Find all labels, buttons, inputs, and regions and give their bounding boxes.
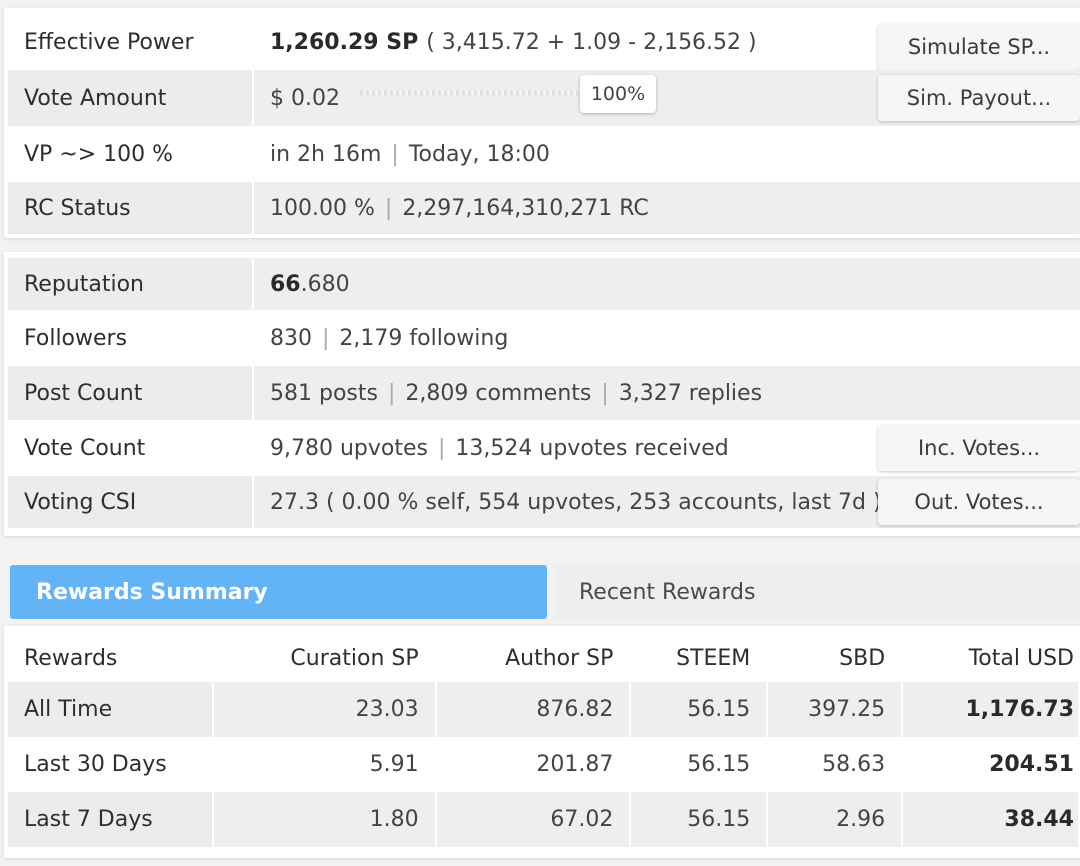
- separator: |: [384, 195, 393, 221]
- reputation-label: Reputation: [8, 258, 252, 310]
- post-count-value-cell: 581 posts | 2,809 comments | 3,327 repli…: [252, 366, 1080, 420]
- vp-label: VP ~> 100 %: [24, 141, 174, 167]
- sbd-cell: 58.63: [767, 737, 904, 792]
- separator: |: [601, 380, 609, 406]
- following-count: 2,179 following: [339, 325, 509, 351]
- replies-count: 3,327 replies: [618, 380, 763, 406]
- table-row: Last 7 Days 1.80 67.02 56.15 2.96 38.44: [8, 792, 1080, 847]
- row-label: All Time: [8, 682, 214, 737]
- total-usd-cell: 1,176.73: [902, 682, 1080, 737]
- column-header: Rewards: [8, 634, 214, 682]
- post-count-row: Post Count 581 posts | 2,809 comments | …: [8, 366, 1080, 420]
- separator: |: [322, 325, 330, 351]
- vote-amount-label: Vote Amount: [8, 70, 252, 126]
- rc-status-value-cell: 100.00 % | 2,297,164,310,271 RC: [252, 182, 1080, 234]
- table-row: Last 30 Days 5.91 201.87 56.15 58.63 204…: [8, 737, 1080, 792]
- column-header: Total USD: [902, 634, 1080, 682]
- upvotes-received: 13,524 upvotes received: [455, 435, 729, 461]
- followers-value-cell: 830 | 2,179 following: [252, 310, 1080, 366]
- separator: |: [391, 141, 399, 167]
- effective-power-value: 1,260.29 SP: [270, 29, 419, 55]
- steem-cell: 56.15: [630, 737, 769, 792]
- out-votes-button[interactable]: Out. Votes...: [878, 479, 1080, 525]
- followers-row: Followers 830 | 2,179 following: [8, 310, 1080, 366]
- vp-when: Today, 18:00: [408, 141, 550, 167]
- total-usd-cell: 204.51: [902, 737, 1080, 792]
- vp-row: VP ~> 100 % in 2h 16m | Today, 18:00: [8, 126, 1080, 182]
- effective-power-breakdown: ( 3,415.72 + 1.09 - 2,156.52 ): [426, 29, 757, 55]
- vote-amount-value: $ 0.02: [270, 85, 340, 111]
- rc-status-row: RC Status 100.00 % | 2,297,164,310,271 R…: [8, 182, 1080, 234]
- vote-count-row: Vote Count 9,780 upvotes | 13,524 upvote…: [8, 420, 1080, 476]
- reputation-minor: .680: [300, 271, 350, 297]
- author-sp-cell: 876.82: [435, 682, 632, 737]
- vote-amount-row: Vote Amount $ 0.02 100% Sim. Payout...: [8, 70, 1080, 126]
- total-usd-cell: 38.44: [902, 792, 1080, 847]
- separator: |: [438, 435, 446, 461]
- author-sp-cell: 67.02: [435, 792, 632, 847]
- vp-time: in 2h 16m: [270, 141, 382, 167]
- steem-cell: 56.15: [630, 682, 769, 737]
- rewards-header-row: Rewards Curation SP Author SP STEEM SBD …: [8, 634, 1080, 682]
- simulate-sp-button[interactable]: Simulate SP...: [878, 24, 1080, 70]
- tab-recent-rewards[interactable]: Recent Rewards: [555, 565, 1080, 619]
- sbd-cell: 397.25: [767, 682, 904, 737]
- column-header: SBD: [767, 634, 904, 682]
- voting-csi-row: Voting CSI 27.3 ( 0.00 % self, 554 upvot…: [8, 476, 1080, 528]
- row-label: Last 7 Days: [8, 792, 214, 847]
- followers-label: Followers: [24, 325, 128, 351]
- effective-power-row: Effective Power 1,260.29 SP ( 3,415.72 +…: [8, 14, 1080, 70]
- sbd-cell: 2.96: [767, 792, 904, 847]
- rc-amount: 2,297,164,310,271 RC: [402, 195, 649, 221]
- curation-sp-cell: 1.80: [212, 792, 437, 847]
- upvotes-count: 9,780 upvotes: [270, 435, 428, 461]
- account-stats-card: Reputation 66.680 Followers 830 | 2,179 …: [4, 252, 1080, 536]
- rc-percent: 100.00 %: [270, 195, 375, 221]
- account-power-card: Effective Power 1,260.29 SP ( 3,415.72 +…: [4, 8, 1080, 238]
- steem-cell: 56.15: [630, 792, 769, 847]
- column-header: Author SP: [435, 634, 632, 682]
- curation-sp-cell: 5.91: [212, 737, 437, 792]
- vote-count-label: Vote Count: [24, 435, 146, 461]
- author-sp-cell: 201.87: [435, 737, 632, 792]
- vote-weight-slider[interactable]: [360, 90, 580, 96]
- sim-payout-button[interactable]: Sim. Payout...: [878, 75, 1080, 121]
- tab-rewards-summary[interactable]: Rewards Summary: [10, 565, 547, 619]
- separator: |: [387, 380, 396, 406]
- reputation-major: 66: [270, 271, 301, 297]
- posts-count: 581 posts: [270, 380, 378, 406]
- rc-status-label: RC Status: [8, 182, 252, 234]
- curation-sp-cell: 23.03: [212, 682, 437, 737]
- vote-weight-percent[interactable]: 100%: [580, 75, 656, 113]
- post-count-label: Post Count: [8, 366, 252, 420]
- row-label: Last 30 Days: [8, 737, 214, 792]
- voting-csi-value: 27.3 ( 0.00 % self, 554 upvotes, 253 acc…: [270, 489, 882, 515]
- column-header: Curation SP: [212, 634, 437, 682]
- column-header: STEEM: [630, 634, 769, 682]
- table-row: All Time 23.03 876.82 56.15 397.25 1,176…: [8, 682, 1080, 737]
- rewards-table: Rewards Curation SP Author SP STEEM SBD …: [8, 634, 1080, 847]
- followers-count: 830: [270, 325, 312, 351]
- inc-votes-button[interactable]: Inc. Votes...: [878, 425, 1080, 471]
- effective-power-label: Effective Power: [24, 29, 194, 55]
- vp-value-cell: in 2h 16m | Today, 18:00: [252, 126, 1080, 182]
- reputation-value-cell: 66.680: [252, 258, 1080, 310]
- reputation-row: Reputation 66.680: [8, 258, 1080, 310]
- comments-count: 2,809 comments: [405, 380, 592, 406]
- voting-csi-label: Voting CSI: [8, 476, 252, 528]
